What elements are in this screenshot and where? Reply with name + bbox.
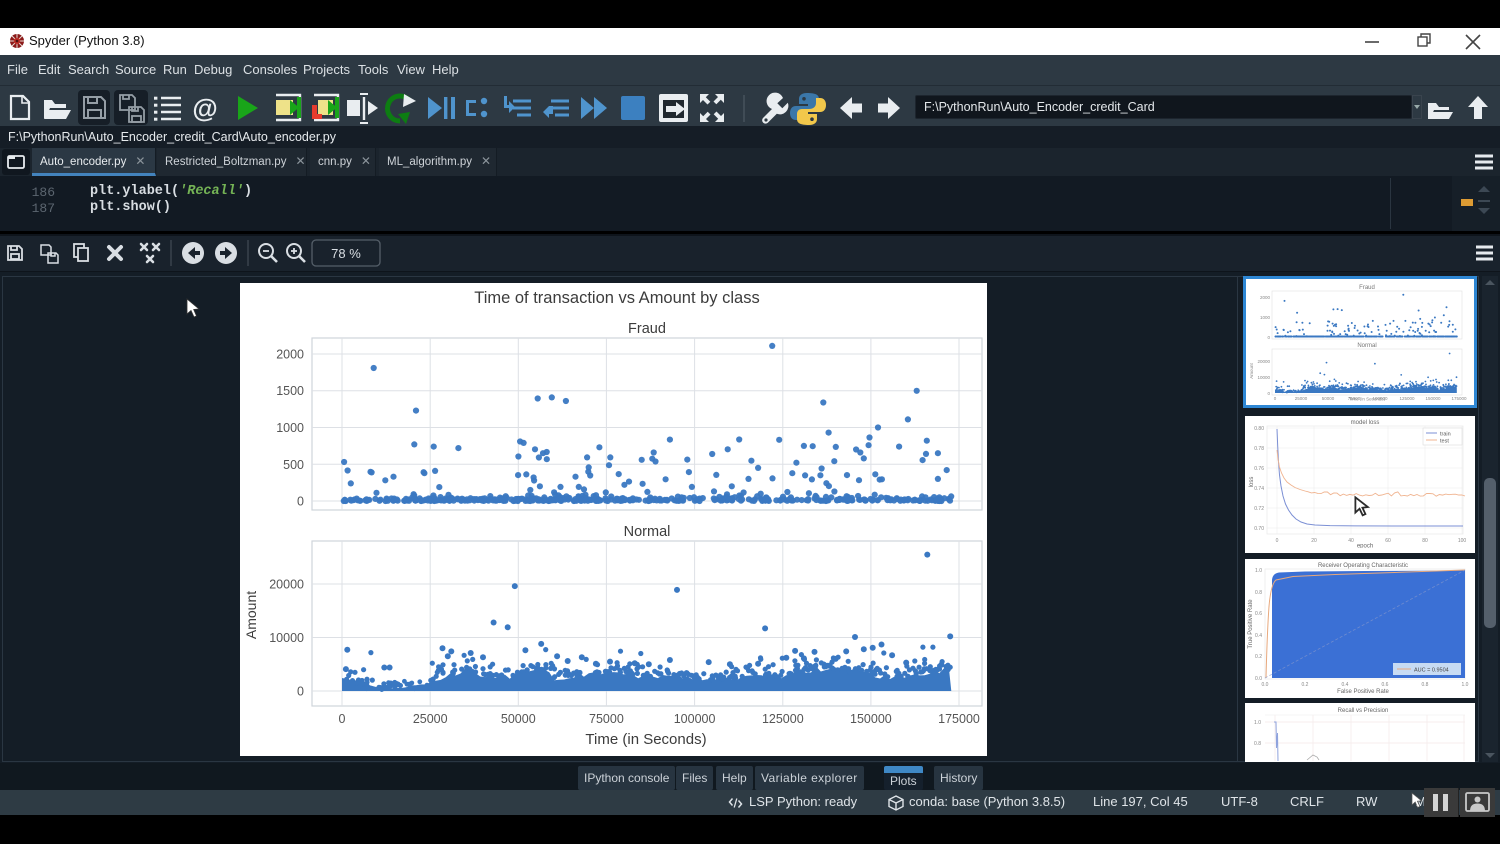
svg-text:1500: 1500	[276, 384, 304, 398]
svg-text:0: 0	[297, 495, 304, 509]
svg-text:25000: 25000	[1295, 396, 1308, 401]
svg-text:0.74: 0.74	[1254, 486, 1264, 492]
svg-text:Recall vs Precision: Recall vs Precision	[1338, 708, 1389, 714]
svg-text:2000: 2000	[276, 348, 304, 362]
svg-text:20000: 20000	[269, 578, 304, 592]
svg-text:10000: 10000	[1257, 375, 1270, 380]
svg-text:0.76: 0.76	[1254, 466, 1264, 472]
svg-text:0.4: 0.4	[1255, 633, 1262, 639]
svg-text:0.4: 0.4	[1342, 682, 1349, 688]
svg-text:500: 500	[283, 458, 304, 472]
svg-text:2000: 2000	[1260, 295, 1271, 300]
svg-text:1000: 1000	[1260, 315, 1271, 320]
svg-text:10000: 10000	[269, 631, 304, 645]
svg-text:100000: 100000	[1372, 396, 1388, 401]
svg-text:78 %: 78 %	[331, 246, 361, 261]
svg-text:75000: 75000	[1348, 396, 1361, 401]
svg-text:AUC = 0.9504: AUC = 0.9504	[1414, 668, 1449, 674]
svg-text:25000: 25000	[413, 712, 448, 726]
svg-text:125000: 125000	[1399, 396, 1415, 401]
svg-text:20000: 20000	[1257, 359, 1270, 364]
svg-text:125000: 125000	[762, 712, 804, 726]
svg-text:0.6: 0.6	[1255, 611, 1262, 617]
svg-text:0.0: 0.0	[1262, 682, 1269, 688]
svg-text:0.8: 0.8	[1255, 590, 1262, 596]
svg-text:0.78: 0.78	[1254, 446, 1264, 452]
svg-text:0.6: 0.6	[1382, 682, 1389, 688]
svg-text:Receiver Operating Characteris: Receiver Operating Characteristic	[1318, 563, 1408, 569]
svg-text:0.72: 0.72	[1254, 506, 1264, 512]
svg-text:60: 60	[1385, 538, 1391, 544]
svg-text:0: 0	[297, 685, 304, 699]
svg-text:50000: 50000	[501, 712, 536, 726]
svg-text:150000: 150000	[850, 712, 892, 726]
svg-text:@: @	[192, 93, 217, 123]
svg-text:epoch: epoch	[1357, 544, 1373, 549]
svg-text:1.0: 1.0	[1255, 568, 1262, 574]
svg-text:0.8: 0.8	[1422, 682, 1429, 688]
svg-text:0: 0	[1276, 538, 1279, 544]
svg-text:Time (in Seconds): Time (in Seconds)	[585, 731, 706, 748]
svg-text:0.80: 0.80	[1254, 426, 1264, 432]
svg-text:175000: 175000	[938, 712, 980, 726]
svg-text:False Positive Rate: False Positive Rate	[1337, 689, 1389, 694]
svg-text:Fraud: Fraud	[628, 321, 666, 337]
svg-text:train: train	[1440, 432, 1451, 438]
svg-text:20: 20	[1311, 538, 1317, 544]
svg-text:175000: 175000	[1451, 396, 1467, 401]
svg-text:0.70: 0.70	[1254, 526, 1264, 532]
svg-text:100: 100	[1458, 538, 1467, 544]
svg-text:Fraud: Fraud	[1359, 285, 1375, 291]
svg-text:0.8: 0.8	[1254, 741, 1261, 747]
svg-text:75000: 75000	[589, 712, 624, 726]
svg-text:0.2: 0.2	[1255, 654, 1262, 660]
svg-text:Normal: Normal	[624, 524, 671, 540]
svg-text:1.0: 1.0	[1254, 720, 1261, 726]
svg-text:1000: 1000	[276, 421, 304, 435]
svg-text:Normal: Normal	[1357, 343, 1376, 349]
svg-text:0.2: 0.2	[1302, 682, 1309, 688]
svg-text:True Positive Rate: True Positive Rate	[1248, 599, 1254, 649]
svg-text:1.0: 1.0	[1462, 682, 1469, 688]
svg-text:80: 80	[1422, 538, 1428, 544]
svg-text:Time of transaction vs Amount: Time of transaction vs Amount by class	[474, 289, 760, 307]
svg-text:40: 40	[1348, 538, 1354, 544]
svg-text:test: test	[1440, 439, 1449, 445]
svg-text:model loss: model loss	[1351, 420, 1380, 426]
svg-text:50000: 50000	[1322, 396, 1335, 401]
svg-text:Amount: Amount	[1249, 362, 1254, 378]
svg-text:Amount: Amount	[243, 591, 259, 639]
svg-text:0: 0	[339, 712, 346, 726]
svg-text:100000: 100000	[674, 712, 716, 726]
svg-text:150000: 150000	[1425, 396, 1441, 401]
svg-text:loss: loss	[1249, 477, 1255, 488]
